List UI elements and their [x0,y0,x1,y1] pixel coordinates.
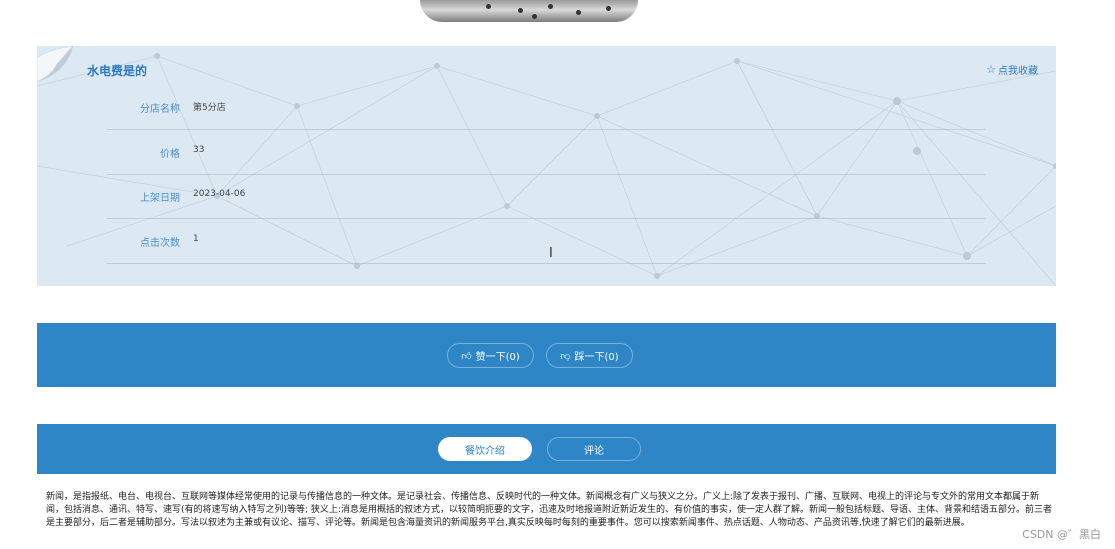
page: 水电费是的 ☆ 点我收藏 分店名称 第5分店 价格 33 上架日期 2023-0… [0,0,1115,549]
field-value: 33 [193,145,205,155]
divider [107,218,986,219]
field-row-branch: 分店名称 第5分店 [37,86,1056,130]
collect-button[interactable]: ☆ 点我收藏 [986,62,1038,77]
page-curl-icon [37,46,73,82]
divider [107,129,986,130]
field-label: 价格 [160,149,180,160]
detail-panel: 水电费是的 ☆ 点我收藏 分店名称 第5分店 价格 33 上架日期 2023-0… [37,46,1056,286]
text-cursor-icon: I [549,246,553,261]
field-value: 2023-04-06 [193,189,246,199]
field-row-price: 价格 33 [37,131,1056,175]
product-image [420,0,638,22]
tab-bar: 餐饮介绍 评论 [37,424,1056,474]
tab-comments[interactable]: 评论 [547,437,641,461]
like-label: 赞一下(0) [475,352,520,363]
dislike-button[interactable]: 👎︎ 踩一下(0) [546,343,633,368]
detail-title: 水电费是的 [87,64,148,78]
watermark: CSDN @゛黑白 [1022,528,1101,541]
field-value: 1 [193,234,199,244]
divider [107,263,986,264]
dislike-label: 踩一下(0) [574,352,619,363]
thumbs-down-icon: 👎︎ [560,350,571,362]
field-label: 点击次数 [140,238,180,249]
star-icon: ☆ [986,63,996,76]
field-value: 第5分店 [193,103,226,113]
field-row-date: 上架日期 2023-04-06 [37,175,1056,219]
field-label: 上架日期 [140,193,180,204]
intro-content: 新闻，是指报纸、电台、电视台、互联网等媒体经常使用的记录与传播信息的一种文体。是… [46,492,1052,528]
tab-restaurant-intro[interactable]: 餐饮介绍 [438,437,532,461]
field-row-clicks: 点击次数 1 [37,220,1056,264]
vote-bar: 👍︎ 赞一下(0) 👎︎ 踩一下(0) [37,323,1056,387]
like-button[interactable]: 👍︎ 赞一下(0) [447,343,534,368]
field-label: 分店名称 [140,104,180,115]
thumbs-up-icon: 👍︎ [461,350,472,362]
collect-label: 点我收藏 [998,66,1038,77]
